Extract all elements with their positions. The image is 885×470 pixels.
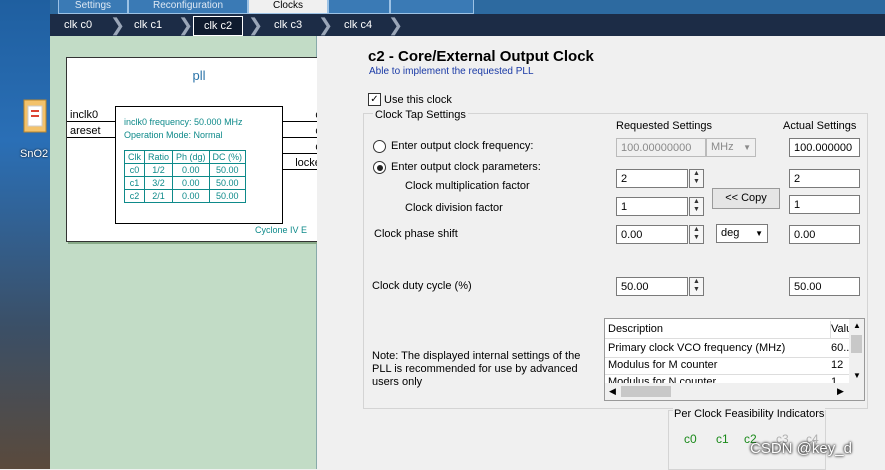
watermark: CSDN @key_d <box>750 440 852 457</box>
stepper-down-icon[interactable]: ▼ <box>690 178 703 186</box>
folder-file-icon[interactable] <box>22 98 48 140</box>
stepper-up-icon[interactable]: ▲ <box>690 198 703 206</box>
table-row: c0 1/2 0.00 50.00 <box>124 163 247 177</box>
freq-unit-select[interactable]: MHz ▼ <box>706 138 756 157</box>
tab-clocks[interactable]: Clocks <box>248 0 328 14</box>
div-factor-label: Clock division factor <box>405 202 503 214</box>
tab-clk-c3[interactable]: clk c3 <box>266 16 310 34</box>
chevron-down-icon: ▼ <box>755 229 763 238</box>
feasibility-c0: c0 <box>684 432 697 446</box>
advanced-note: Note: The displayed internal settings of… <box>372 350 581 388</box>
chevron-right-icon: ❯ <box>248 15 264 35</box>
col-duty: DC (%) <box>208 150 247 164</box>
tab-settings[interactable]: Settings <box>58 0 128 14</box>
feasibility-label: Per Clock Feasibility Indicators <box>673 408 826 420</box>
tab-clk-c4[interactable]: clk c4 <box>336 16 380 34</box>
desktop-icon-label: SnO2 <box>20 148 49 160</box>
pll-mode: Operation Mode: Normal <box>124 130 223 140</box>
phase-shift-stepper[interactable]: ▲ ▼ <box>689 225 704 244</box>
params-option-label: Enter output clock parameters: <box>391 161 541 173</box>
pll-block-diagram: pll inclk0 frequency: 50.000 MHz Operati… <box>66 57 332 242</box>
duty-cycle-label: Clock duty cycle (%) <box>372 280 472 292</box>
scroll-thumb[interactable] <box>621 386 671 397</box>
chevron-down-icon: ▼ <box>743 143 751 152</box>
actual-mult-field: 2 <box>789 169 860 188</box>
table-header-row: Description Valu <box>605 321 864 339</box>
table-row: c2 2/1 0.00 50.00 <box>124 189 247 203</box>
status-message: Able to implement the requested PLL <box>369 66 534 77</box>
scroll-up-icon[interactable]: ▲ <box>853 321 861 330</box>
device-family: Cyclone IV E <box>255 225 308 235</box>
tab-reconfiguration[interactable]: Reconfiguration <box>128 0 248 14</box>
scroll-right-icon[interactable]: ▶ <box>837 386 844 397</box>
port-inclk0: inclk0 <box>70 109 99 121</box>
phase-shift-label: Clock phase shift <box>374 228 458 240</box>
actual-div-field: 1 <box>789 195 860 214</box>
pll-title: pll <box>192 68 206 83</box>
stepper-up-icon[interactable]: ▲ <box>690 170 703 178</box>
col-description: Description <box>605 321 831 338</box>
phase-shift-input[interactable]: 0.00 <box>616 225 688 244</box>
pll-ratio-table: Clk Ratio Ph (dg) DC (%) c0 1/2 0.00 50.00 … <box>124 150 247 203</box>
actual-duty-field: 50.00 <box>789 277 860 296</box>
tab-clk-c2[interactable]: clk c2 <box>193 16 243 36</box>
table-row[interactable]: Primary clock VCO frequency (MHz) 60... <box>605 340 864 358</box>
port-areset: areset <box>70 125 101 137</box>
duty-cycle-input[interactable]: 50.00 <box>616 277 688 296</box>
freq-input[interactable]: 100.00000000 <box>616 138 706 157</box>
mult-factor-stepper[interactable]: ▲ ▼ <box>689 169 704 188</box>
clock-tab-bar: clk c0 ❯ clk c1 ❯ clk c2 ❯ clk c3 ❯ clk … <box>50 14 885 36</box>
col-phase: Ph (dg) <box>172 150 210 164</box>
stepper-down-icon[interactable]: ▼ <box>690 286 703 294</box>
stepper-up-icon[interactable]: ▲ <box>690 226 703 234</box>
use-clock-checkbox[interactable]: ✓ <box>368 93 381 106</box>
scroll-thumb[interactable] <box>851 335 862 353</box>
stepper-up-icon[interactable]: ▲ <box>690 278 703 286</box>
chevron-right-icon: ❯ <box>388 15 404 35</box>
tab-blank-2[interactable] <box>390 0 474 14</box>
actual-freq-field: 100.000000 <box>789 138 860 157</box>
feasibility-c1: c1 <box>716 432 729 446</box>
chevron-right-icon: ❯ <box>318 15 334 35</box>
col-clk: Clk <box>124 150 145 164</box>
freq-option-label: Enter output clock frequency: <box>391 140 534 152</box>
tab-clk-c1[interactable]: clk c1 <box>126 16 170 34</box>
port-line <box>67 121 115 122</box>
duty-cycle-stepper[interactable]: ▲ ▼ <box>689 277 704 296</box>
actual-phase-field: 0.00 <box>789 225 860 244</box>
page-title: c2 - Core/External Output Clock <box>368 48 594 65</box>
div-factor-input[interactable]: 1 <box>616 197 688 216</box>
table-row[interactable]: Modulus for M counter 12 <box>605 357 864 375</box>
stepper-down-icon[interactable]: ▼ <box>690 234 703 242</box>
pll-core-box: inclk0 frequency: 50.000 MHz Operation M… <box>115 106 283 224</box>
scroll-down-icon[interactable]: ▼ <box>853 371 861 380</box>
freq-radio[interactable] <box>373 140 386 153</box>
use-clock-label: Use this clock <box>384 94 452 106</box>
col-ratio: Ratio <box>143 150 174 164</box>
group-label: Clock Tap Settings <box>373 109 468 121</box>
table-row: c1 3/2 0.00 50.00 <box>124 176 247 190</box>
port-line <box>67 137 115 138</box>
tab-blank-1[interactable] <box>328 0 390 14</box>
chevron-right-icon: ❯ <box>110 15 126 35</box>
stepper-down-icon[interactable]: ▼ <box>690 206 703 214</box>
desktop-background <box>0 0 50 469</box>
actual-settings-header: Actual Settings <box>783 120 857 132</box>
tab-clk-c0[interactable]: clk c0 <box>56 16 100 34</box>
horizontal-scrollbar[interactable]: ◀ ▶ <box>605 383 864 400</box>
div-factor-stepper[interactable]: ▲ ▼ <box>689 197 704 216</box>
mult-factor-label: Clock multiplication factor <box>405 180 530 192</box>
chevron-right-icon: ❯ <box>178 15 194 35</box>
pll-frequency: inclk0 frequency: 50.000 MHz <box>124 117 243 127</box>
params-radio[interactable] <box>373 161 386 174</box>
copy-button[interactable]: << Copy <box>712 188 780 209</box>
vertical-scrollbar[interactable]: ▲ ▼ <box>849 319 864 383</box>
mult-factor-input[interactable]: 2 <box>616 169 688 188</box>
internal-settings-table[interactable]: Description Valu Primary clock VCO frequ… <box>604 318 865 401</box>
top-tab-bar: Settings Reconfiguration Clocks <box>50 0 885 14</box>
requested-settings-header: Requested Settings <box>616 120 713 132</box>
scroll-left-icon[interactable]: ◀ <box>609 386 616 397</box>
phase-unit-select[interactable]: deg ▼ <box>716 224 768 243</box>
